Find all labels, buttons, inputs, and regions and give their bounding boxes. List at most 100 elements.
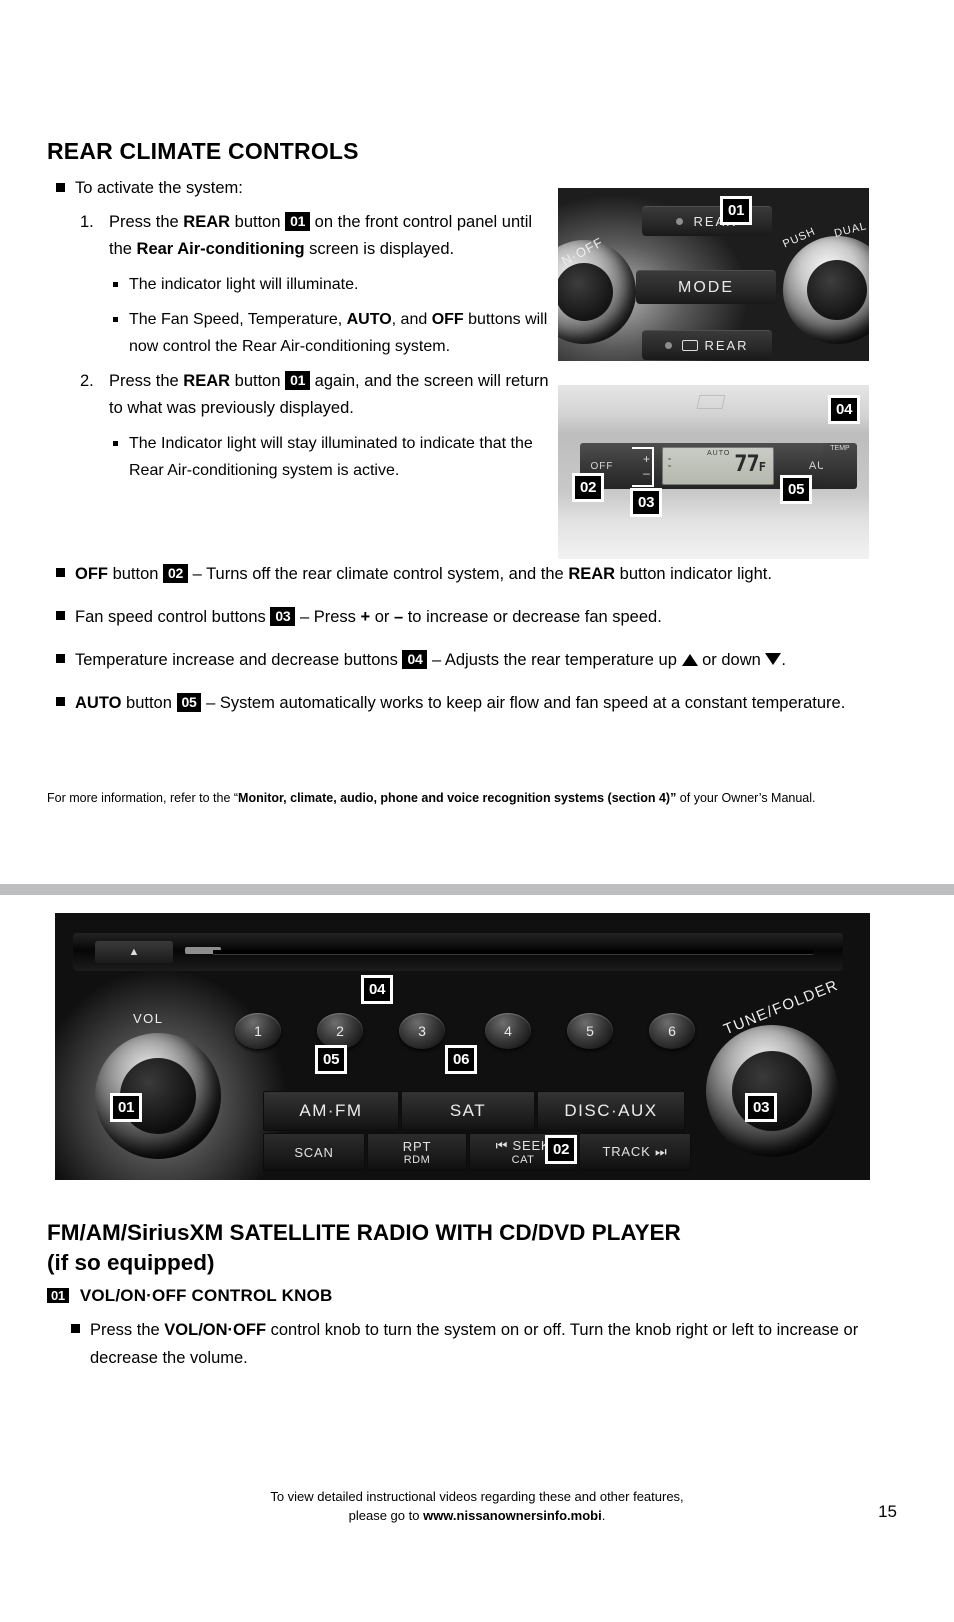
climate-instructions: To activate the system: 1. Press the REA… (47, 176, 555, 484)
lcd-temp-unit: F (758, 460, 766, 474)
triangle-up-icon (681, 654, 698, 666)
feature-mid: – Turns off the rear climate control sys… (188, 565, 569, 583)
slot-opening (213, 950, 813, 954)
callout-marker-06: 06 (445, 1045, 478, 1074)
preset-button-5: 5 (567, 1013, 613, 1049)
page-title: REAR CLIMATE CONTROLS (47, 138, 359, 164)
am-fm-button: AM·FM (263, 1091, 399, 1131)
list-item: OFF button 02 – Turns off the rear clima… (47, 560, 877, 588)
list-item: The Indicator light will stay illuminate… (47, 430, 555, 484)
callout-marker-04: 04 (361, 975, 394, 1004)
callout-marker-04: 04 (828, 395, 861, 424)
lcd-mini-line-2: ≈ (668, 464, 672, 470)
callout-marker-01: 01 (720, 196, 753, 225)
preset-label: 4 (504, 1023, 512, 1039)
page-root: REAR CLIMATE CONTROLS To activate the sy… (0, 0, 954, 1622)
mode-button: MODE (636, 270, 776, 304)
square-bullet-icon (56, 697, 65, 706)
sat-button: SAT (401, 1091, 535, 1131)
preset-label: 1 (254, 1023, 262, 1039)
callout-chip-02: 02 (163, 564, 189, 583)
vol-knob-label: VOL (133, 1011, 164, 1026)
seek-label: ⏮ SEEK (495, 1138, 551, 1153)
photo-rear-climate-control-panel: OFF + – AUTO AUTO ≈ ≈ 77F TEMP 02 0 (558, 385, 869, 559)
feature-period: . (781, 651, 786, 669)
feature-tail-fan: to increase or decrease fan speed. (403, 608, 662, 626)
rdm-label: RDM (403, 1153, 431, 1166)
page-number: 15 (878, 1502, 897, 1521)
list-item: AUTO button 05 – System automatically wo… (47, 689, 877, 717)
lcd-temperature: 77F (734, 452, 766, 477)
feature-lead-auto: button (121, 694, 177, 712)
am-fm-label: AM·FM (299, 1101, 363, 1120)
list-item: The indicator light will illuminate. (47, 271, 555, 298)
square-bullet-icon (56, 568, 65, 577)
indicator-led-icon (665, 342, 673, 349)
small-square-bullet-icon (113, 282, 118, 287)
preset-button-4: 4 (485, 1013, 531, 1049)
square-bullet-icon (56, 611, 65, 620)
list-item: Press the VOL/ON·OFF control knob to tur… (62, 1316, 892, 1372)
footnote-pre: For more information, refer to the “ (47, 791, 239, 805)
callout-marker-02: 02 (545, 1135, 578, 1164)
article-title-line2: (if so equipped) (47, 1250, 215, 1275)
callout-chip-04: 04 (402, 650, 428, 669)
photo-radio-head-unit: ▲ 1 2 3 4 5 6 AM·FM SAT DISC·AUX SCAN RP… (55, 913, 870, 1180)
indicator-led-icon (676, 218, 684, 225)
scan-label: SCAN (294, 1144, 334, 1160)
sub-bullet-indicator-stay: The Indicator light will stay illuminate… (129, 435, 533, 479)
step2-text-mid: button (230, 372, 286, 390)
triangle-down-icon (765, 653, 782, 665)
list-item: 1. Press the REAR button 01 on the front… (47, 209, 555, 263)
square-bullet-icon (56, 654, 65, 663)
feature-or: or (370, 608, 394, 626)
mode-button-label: MODE (678, 278, 734, 296)
footer-url: www.nissanownersinfo.mobi (423, 1508, 602, 1523)
callout-chip-01: 01 (285, 212, 311, 231)
sub-bold-off: OFF (431, 311, 464, 328)
list-item: The Fan Speed, Temperature, AUTO, and OF… (47, 306, 555, 360)
callout-chip-01: 01 (285, 371, 311, 390)
lcd-mini-line-1: ≈ (668, 457, 672, 463)
subsection-heading: 01 VOL/ON·OFF CONTROL KNOB (47, 1286, 332, 1306)
feature-bold-off: OFF (75, 565, 108, 583)
track-button: TRACK ⏭ (579, 1133, 691, 1171)
list-item: To activate the system: (47, 176, 555, 201)
disc-aux-button: DISC·AUX (537, 1091, 685, 1131)
sub-bullet-mid: , and (391, 311, 432, 328)
footnote-post: of your Owner’s Manual. (676, 791, 816, 805)
step2-bold-rear: REAR (183, 372, 231, 390)
feature-bold-rear: REAR (568, 565, 616, 583)
lcd-display: AUTO ≈ ≈ 77F (662, 447, 774, 485)
footnote: For more information, refer to the “Moni… (47, 790, 857, 807)
footer: To view detailed instructional videos re… (0, 1487, 954, 1525)
sub-bullet-pre: The Fan Speed, Temperature, (129, 311, 347, 328)
small-square-bullet-icon (113, 441, 118, 446)
rear-defogger-button: REAR (642, 330, 772, 360)
feature-mid-temp: – Adjusts the rear temperature up (427, 651, 682, 669)
disc-aux-label: DISC·AUX (564, 1101, 658, 1120)
preset-button-6: 6 (649, 1013, 695, 1049)
list-item: Fan speed control buttons 03 – Press + o… (47, 603, 877, 631)
knob-core (558, 262, 614, 322)
activate-intro: To activate the system: (75, 179, 243, 197)
step-bold-rear-ac: Rear Air-conditioning (136, 240, 305, 258)
preset-button-3: 3 (399, 1013, 445, 1049)
article-bullet-pre: Press the (90, 1321, 165, 1339)
article-bullet-bold: VOL/ON·OFF (164, 1321, 267, 1339)
scan-button: SCAN (263, 1133, 365, 1171)
section-divider (0, 884, 954, 895)
step2-text-pre: Press the (109, 372, 184, 390)
eject-icon: ▲ (128, 946, 140, 958)
list-item: 2. Press the REAR button 01 again, and t… (47, 368, 555, 422)
feature-lead-fan: Fan speed control buttons (75, 608, 271, 626)
step-number: 2. (80, 372, 94, 390)
vent-detail (696, 395, 726, 409)
off-button-label: OFF (590, 460, 614, 472)
footnote-bold: Monitor, climate, audio, phone and voice… (238, 791, 677, 805)
rear-button: REAR (642, 206, 772, 236)
callout-marker-05: 05 (780, 475, 813, 504)
cat-label: CAT (511, 1154, 535, 1166)
feature-tail-temp: or down (697, 651, 766, 669)
callout-chip-05: 05 (176, 693, 202, 712)
